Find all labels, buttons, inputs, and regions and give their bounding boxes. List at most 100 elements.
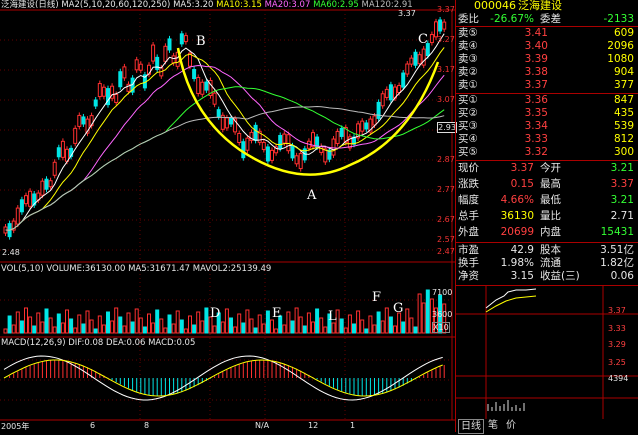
stat-label: 现价 (458, 162, 479, 174)
order-price: 3.38 (524, 66, 548, 78)
volume-bar (397, 312, 402, 334)
tab-tick[interactable]: 笔 (488, 419, 498, 432)
kline-chart-canvas[interactable] (0, 0, 455, 432)
candle-body (397, 85, 402, 94)
order-level-label: 卖② (458, 66, 478, 78)
candle-body (48, 180, 53, 188)
candle-body (278, 135, 283, 150)
date-axis-label: 1 (350, 421, 356, 430)
stat-value: 3.37 (610, 178, 634, 190)
volume-bar (163, 327, 168, 334)
volume-bar (69, 318, 74, 334)
volume-bar (56, 313, 61, 334)
volume-bar (220, 321, 225, 334)
price-axis-label: 3.27 (437, 35, 455, 44)
volume-bar (142, 326, 147, 334)
stat-label: 净资 (458, 270, 479, 282)
order-volume: 539 (613, 120, 634, 132)
volume-bar (401, 321, 406, 334)
volume-bar (192, 324, 197, 334)
sell-order-row: 卖② 3.38 904 (456, 66, 638, 79)
stat-label: 量比 (540, 210, 561, 222)
volume-bar (364, 328, 369, 334)
order-volume: 904 (613, 66, 634, 78)
candle-body (28, 190, 33, 207)
volume-bar (224, 308, 229, 334)
order-price: 3.36 (524, 94, 548, 106)
stat-value: 3.15 (510, 270, 534, 282)
volume-bar (405, 308, 410, 334)
candle-body (384, 88, 389, 98)
candle-body (56, 147, 61, 158)
annotation-G: G (393, 301, 404, 316)
volume-bar (294, 307, 299, 334)
volume-bar (36, 312, 41, 334)
sell-order-row: 卖④ 3.40 2096 (456, 40, 638, 53)
mini-axis-label: 3.37 (608, 306, 626, 315)
volume-bar (11, 324, 16, 334)
volume-bar (114, 307, 119, 334)
stat-label: 涨跌 (458, 178, 479, 190)
wei-bi-row: 委比 -26.67% 委差 -2133 (456, 13, 638, 26)
macd-indicator-label: MACD(12,26,9) DIF:0.08 DEA:0.06 MACD:0.0… (1, 338, 196, 348)
candle-body (183, 35, 188, 43)
candle-body (237, 132, 242, 143)
candle-body (81, 116, 86, 125)
volume-bar (368, 315, 373, 334)
volume-bar (237, 313, 242, 334)
order-level-label: 买③ (458, 120, 478, 132)
candle-body (360, 120, 365, 132)
stat-value: 1.82亿 (600, 257, 634, 269)
order-volume: 847 (613, 94, 634, 106)
candle-body (204, 81, 209, 91)
volume-bar (270, 319, 274, 334)
candle-body (331, 138, 336, 156)
stat-value: 3.21 (610, 194, 634, 206)
candle-body (319, 145, 324, 153)
volume-bar (106, 311, 110, 334)
stat-label: 最低 (540, 194, 561, 206)
candle-body (241, 141, 246, 159)
order-level-label: 卖⑤ (458, 27, 478, 39)
candle-body (151, 44, 156, 62)
volume-bar (352, 323, 356, 334)
stat-label: 幅度 (458, 194, 479, 206)
volume-bar (245, 309, 250, 334)
order-volume: 300 (613, 146, 634, 158)
candle-body (171, 55, 176, 64)
candle-body (339, 127, 344, 137)
date-axis-label: 12 (308, 421, 319, 430)
volume-bar (101, 324, 106, 334)
candle-body (245, 137, 250, 151)
mini-axis-label: 3.33 (608, 324, 626, 333)
candle-body (216, 109, 221, 118)
volume-bar (323, 326, 328, 334)
kline-chart-panel[interactable]: 泛海建设(日线) MA2(5,10,20,60,120,250) MA5:3.2… (0, 0, 457, 432)
volume-bar (97, 315, 102, 334)
candle-body (212, 92, 217, 105)
wei-cha-value: -2133 (603, 13, 634, 25)
volume-bar (122, 325, 127, 334)
volume-bar (19, 320, 24, 334)
volume-bar (171, 323, 176, 334)
volume-bar (376, 311, 381, 334)
volume-bar (257, 314, 262, 334)
candle-body (286, 134, 291, 152)
stat-label: 内盘 (540, 226, 561, 238)
date-axis-label: 8 (144, 421, 150, 430)
volume-bar (179, 319, 184, 334)
stat-value: 20699 (500, 226, 534, 238)
candle-body (179, 33, 184, 45)
candle-body (376, 101, 381, 119)
candle-body (93, 99, 98, 107)
order-price: 3.35 (524, 107, 548, 119)
candle-body (388, 84, 393, 101)
wei-bi-value: -26.67% (490, 13, 534, 25)
order-price: 3.39 (524, 53, 548, 65)
tab-price[interactable]: 价 (506, 419, 516, 432)
volume-bar (151, 322, 156, 334)
order-level-label: 买⑤ (458, 146, 478, 158)
order-volume: 1080 (607, 53, 634, 65)
date-axis-label: 6 (90, 421, 96, 430)
volume-bar (265, 310, 270, 334)
